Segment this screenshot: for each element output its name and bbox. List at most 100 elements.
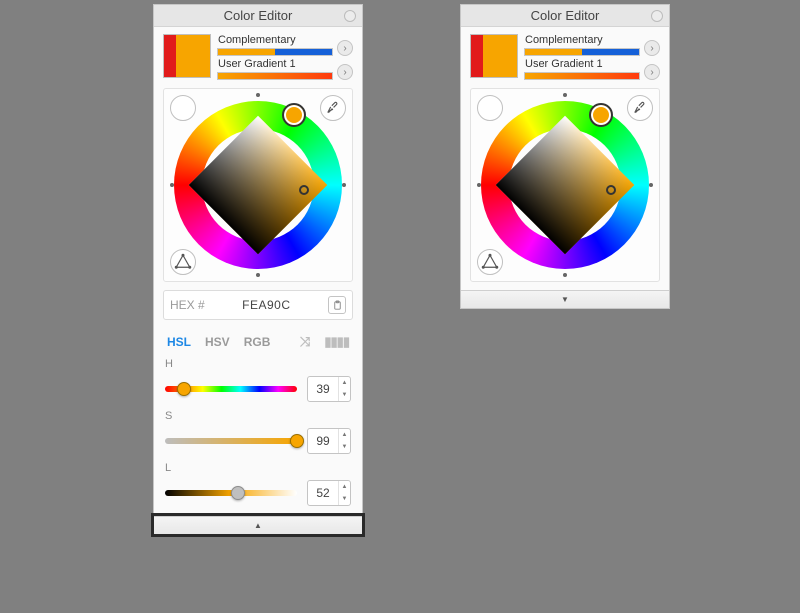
slider-s-knob[interactable] (290, 434, 304, 448)
color-wheel-zone (470, 88, 660, 282)
spinner-up-icon[interactable]: ▲ (339, 377, 350, 389)
triangle-icon (174, 253, 192, 271)
color-editor-panel-collapsed: Color Editor Complementary › User Gradie… (460, 4, 670, 309)
slider-l-knob[interactable] (231, 486, 245, 500)
preset-bar-icon (524, 72, 640, 80)
swatch-previous-stripe (471, 35, 483, 77)
chevron-right-icon[interactable]: › (644, 40, 660, 56)
spinner-up-icon[interactable]: ▲ (339, 481, 350, 493)
expand-toggle-bar[interactable]: ▼ (461, 290, 669, 308)
spinner-down-icon[interactable]: ▼ (339, 441, 350, 453)
tab-rgb[interactable]: RGB (244, 335, 271, 349)
eyedropper-icon (326, 101, 340, 115)
collapse-toggle-bar[interactable]: ▲ (154, 516, 362, 534)
preset-bar-icon (217, 72, 333, 80)
bars-icon[interactable]: ▮▮▮▮ (324, 334, 349, 350)
ring-tick-icon (256, 273, 260, 277)
color-wheel-zone (163, 88, 353, 282)
swatch-row: Complementary › User Gradient 1 › (163, 34, 353, 80)
ring-tick-icon (477, 183, 481, 187)
preset-user-gradient[interactable]: User Gradient 1 › (217, 58, 353, 80)
swatch-previous-stripe (164, 35, 176, 77)
chevron-up-icon: ▲ (254, 521, 262, 530)
hsl-sliders: H 39 ▲▼ S 99 (163, 356, 353, 506)
preset-complementary[interactable]: Complementary › (524, 34, 660, 56)
opacity-swatch-button[interactable] (477, 95, 503, 121)
diamond-cursor[interactable] (606, 185, 616, 195)
shuffle-icon[interactable]: ⤨ (300, 334, 310, 350)
panel-body: Complementary › User Gradient 1 › (461, 27, 669, 290)
slider-l-row: L 52 ▲▼ (165, 462, 351, 506)
sat-light-diamond[interactable] (209, 136, 307, 234)
panel-titlebar[interactable]: Color Editor (154, 5, 362, 27)
eyedropper-button[interactable] (320, 95, 346, 121)
spinner-h-value[interactable]: 39 (308, 377, 338, 401)
harmony-triangle-button[interactable] (477, 249, 503, 275)
preset-label: User Gradient 1 (524, 58, 640, 70)
diamond-cursor[interactable] (299, 185, 309, 195)
spinner-s[interactable]: 99 ▲▼ (307, 428, 351, 454)
preset-user-gradient[interactable]: User Gradient 1 › (524, 58, 660, 80)
tab-hsv[interactable]: HSV (205, 335, 230, 349)
swatch-row: Complementary › User Gradient 1 › (470, 34, 660, 80)
chevron-right-icon[interactable]: › (644, 64, 660, 80)
spinner-up-icon[interactable]: ▲ (339, 429, 350, 441)
panel-menu-dot-icon[interactable] (651, 10, 663, 22)
slider-l-label: L (165, 462, 351, 474)
opacity-swatch-button[interactable] (170, 95, 196, 121)
slider-h-row: H 39 ▲▼ (165, 358, 351, 402)
hue-ring-cursor[interactable] (589, 103, 613, 127)
clipboard-button[interactable] (328, 296, 346, 314)
spinner-h[interactable]: 39 ▲▼ (307, 376, 351, 402)
panel-menu-dot-icon[interactable] (344, 10, 356, 22)
hex-value[interactable]: FEA90C (211, 298, 322, 312)
spinner-l-value[interactable]: 52 (308, 481, 338, 505)
current-color-swatch[interactable] (470, 34, 518, 78)
color-editor-panel-expanded: Color Editor Complementary › User Gradie… (153, 4, 363, 535)
preset-list: Complementary › User Gradient 1 › (217, 34, 353, 80)
swatch-current-fill (176, 35, 210, 77)
preset-bar-icon (217, 48, 333, 56)
hex-input-row[interactable]: HEX # FEA90C (163, 290, 353, 320)
chevron-down-icon: ▼ (561, 295, 569, 304)
ring-tick-icon (563, 93, 567, 97)
swatch-current-fill (483, 35, 517, 77)
slider-h-track[interactable] (165, 386, 297, 392)
slider-h-label: H (165, 358, 351, 370)
slider-l-track[interactable] (165, 490, 297, 496)
eyedropper-button[interactable] (627, 95, 653, 121)
ring-tick-icon (170, 183, 174, 187)
spinner-down-icon[interactable]: ▼ (339, 389, 350, 401)
hex-label: HEX # (170, 298, 205, 312)
sat-light-diamond[interactable] (516, 136, 614, 234)
tab-hsl[interactable]: HSL (167, 335, 191, 349)
ring-tick-icon (563, 273, 567, 277)
spinner-down-icon[interactable]: ▼ (339, 493, 350, 505)
chevron-right-icon[interactable]: › (337, 64, 353, 80)
eyedropper-icon (633, 101, 647, 115)
ring-tick-icon (342, 183, 346, 187)
preset-label: User Gradient 1 (217, 58, 333, 70)
triangle-icon (481, 253, 499, 271)
preset-label: Complementary (217, 34, 333, 46)
preset-bar-icon (524, 48, 640, 56)
preset-complementary[interactable]: Complementary › (217, 34, 353, 56)
preset-label: Complementary (524, 34, 640, 46)
hue-ring-cursor[interactable] (282, 103, 306, 127)
spinner-l[interactable]: 52 ▲▼ (307, 480, 351, 506)
slider-s-track[interactable] (165, 438, 297, 444)
clipboard-icon (332, 300, 343, 311)
ring-tick-icon (256, 93, 260, 97)
slider-h-knob[interactable] (177, 382, 191, 396)
harmony-triangle-button[interactable] (170, 249, 196, 275)
current-color-swatch[interactable] (163, 34, 211, 78)
spinner-s-value[interactable]: 99 (308, 429, 338, 453)
preset-list: Complementary › User Gradient 1 › (524, 34, 660, 80)
panel-title: Color Editor (224, 8, 293, 23)
panel-body: Complementary › User Gradient 1 › (154, 27, 362, 516)
panel-title: Color Editor (531, 8, 600, 23)
panel-titlebar[interactable]: Color Editor (461, 5, 669, 27)
chevron-right-icon[interactable]: › (337, 40, 353, 56)
slider-s-label: S (165, 410, 351, 422)
color-model-tabs: HSL HSV RGB ⤨ ▮▮▮▮ (163, 328, 353, 352)
